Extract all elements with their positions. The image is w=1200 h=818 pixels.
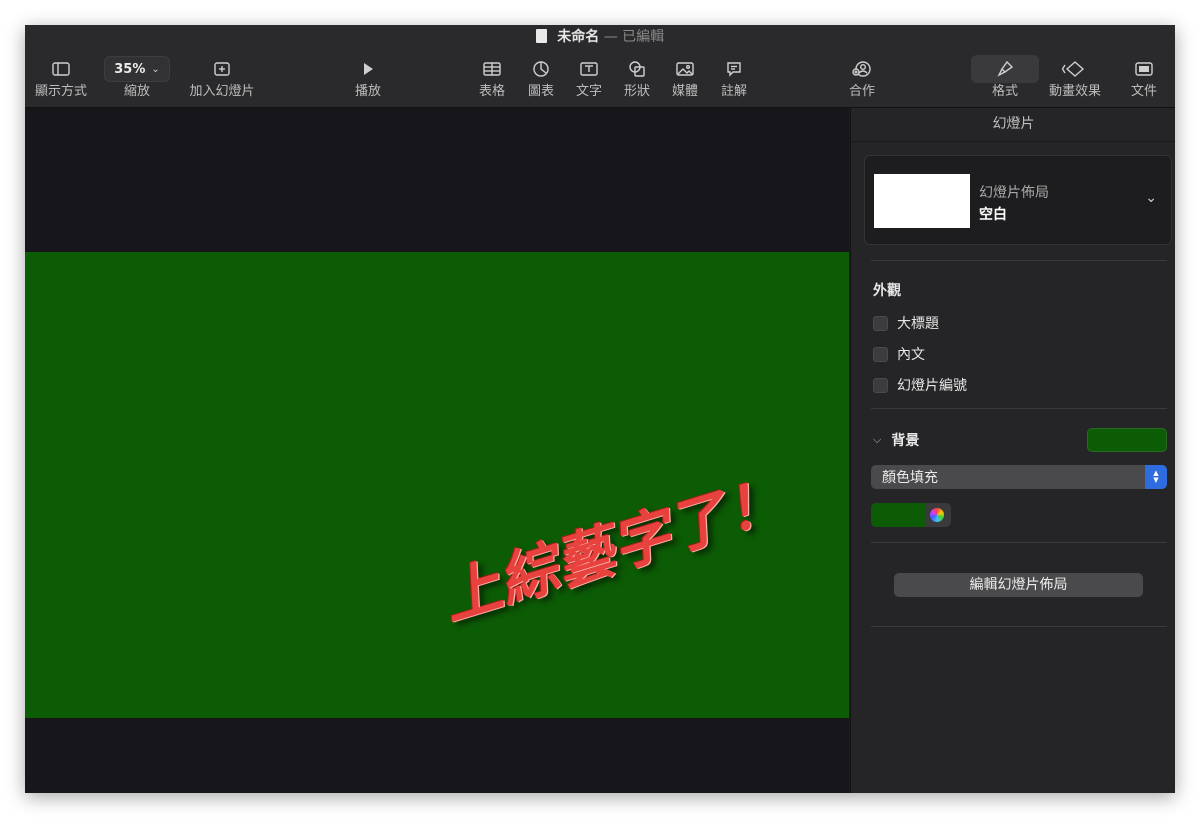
- text-button[interactable]: 文字: [572, 55, 606, 99]
- collaborate-label: 合作: [848, 84, 875, 99]
- body-checkbox-row[interactable]: 內文: [873, 344, 925, 364]
- toolbar: 未命名 — 已編輯 顯示方式 35% ⌄ 縮放 加入幻燈片 播放 表格 圖表 文…: [25, 25, 1175, 108]
- table-label: 表格: [478, 84, 505, 99]
- comment-label: 註解: [720, 84, 747, 99]
- separator: —: [603, 29, 618, 45]
- media-button[interactable]: 媒體: [668, 55, 702, 99]
- shape-button[interactable]: 形狀: [620, 55, 654, 99]
- document-inspector-icon: [1135, 62, 1153, 76]
- format-button-highlight: [971, 55, 1039, 83]
- divider: [871, 626, 1167, 627]
- chart-icon: [533, 61, 549, 77]
- edit-slide-layout-button[interactable]: 編輯幻燈片佈局: [894, 573, 1143, 597]
- fill-type-value: 顏色填充: [882, 470, 938, 486]
- chart-button[interactable]: 圖表: [524, 55, 558, 99]
- slide-number-checkbox-label: 幻燈片編號: [897, 378, 967, 394]
- fill-color-swatch[interactable]: [871, 503, 926, 527]
- slide-canvas[interactable]: 上綜藝字了！: [25, 108, 849, 793]
- play-icon: [364, 63, 373, 75]
- collaborate-button[interactable]: 合作: [845, 55, 879, 99]
- fill-color-well[interactable]: [871, 503, 951, 527]
- layout-thumbnail: [874, 174, 970, 228]
- chevron-down-icon: ⌄: [151, 63, 160, 75]
- layout-value: 空白: [979, 207, 1007, 223]
- animate-button[interactable]: 動畫效果: [1045, 55, 1105, 99]
- chart-label: 圖表: [527, 84, 554, 99]
- divider: [871, 408, 1167, 409]
- add-slide-icon: [214, 62, 230, 76]
- slide-number-checkbox-row[interactable]: 幻燈片編號: [873, 375, 967, 395]
- fill-type-select[interactable]: 顏色填充 ▲ ▼: [871, 465, 1167, 489]
- slide-inspector: 幻燈片 幻燈片佈局 空白 ⌄ 外觀 大標題 內文 幻燈片編號 ⌵ 背景 顏色填充…: [850, 108, 1175, 793]
- table-icon: [483, 62, 501, 76]
- add-slide-label: 加入幻燈片: [189, 84, 255, 99]
- title-checkbox-row[interactable]: 大標題: [873, 313, 939, 333]
- text-icon: [580, 62, 598, 76]
- play-button[interactable]: 播放: [348, 55, 388, 99]
- window-title: 未命名 — 已編輯: [25, 28, 1175, 46]
- background-title: 背景: [891, 433, 920, 449]
- text-label: 文字: [575, 84, 602, 99]
- collaborate-icon: [852, 61, 871, 77]
- title-checkbox[interactable]: [873, 315, 888, 331]
- background-color-swatch[interactable]: [1087, 428, 1167, 452]
- zoom-control[interactable]: 35% ⌄ 縮放: [104, 55, 170, 99]
- edit-status: 已編輯: [622, 29, 665, 45]
- divider: [871, 542, 1167, 543]
- slide[interactable]: 上綜藝字了！: [25, 252, 849, 718]
- zoom-dropdown[interactable]: 35% ⌄: [104, 56, 170, 82]
- document-label: 文件: [1130, 84, 1157, 99]
- slide-layout-selector[interactable]: 幻燈片佈局 空白 ⌄: [864, 155, 1172, 245]
- wordart-text[interactable]: 上綜藝字了！: [430, 452, 793, 636]
- animate-label: 動畫效果: [1048, 84, 1101, 99]
- sidebar-icon: [52, 62, 70, 76]
- add-slide-button[interactable]: 加入幻燈片: [185, 55, 259, 99]
- background-section-toggle[interactable]: ⌵ 背景: [873, 430, 919, 450]
- table-button[interactable]: 表格: [475, 55, 509, 99]
- title-checkbox-label: 大標題: [897, 316, 939, 332]
- document-icon: [535, 29, 547, 43]
- play-label: 播放: [354, 84, 381, 99]
- comment-icon: [727, 62, 741, 77]
- animate-icon: [1062, 61, 1085, 77]
- zoom-label: 縮放: [123, 84, 150, 99]
- comment-button[interactable]: 註解: [717, 55, 751, 99]
- divider: [871, 260, 1167, 261]
- format-label: 格式: [991, 84, 1018, 99]
- body-checkbox[interactable]: [873, 346, 888, 362]
- media-label: 媒體: [671, 84, 698, 99]
- zoom-value: 35%: [114, 61, 146, 77]
- color-wheel-icon[interactable]: [930, 508, 944, 522]
- document-button[interactable]: 文件: [1127, 55, 1161, 99]
- select-arrows-icon: ▲ ▼: [1145, 465, 1167, 489]
- keynote-window: 未命名 — 已編輯 顯示方式 35% ⌄ 縮放 加入幻燈片 播放 表格 圖表 文…: [25, 25, 1175, 793]
- document-name: 未命名: [557, 29, 600, 45]
- view-label: 顯示方式: [34, 84, 87, 99]
- shape-icon: [629, 61, 645, 77]
- shape-label: 形狀: [623, 84, 650, 99]
- format-button[interactable]: 格式: [971, 55, 1039, 99]
- appearance-title: 外觀: [873, 283, 901, 299]
- chevron-down-icon: ⌄: [1145, 190, 1157, 206]
- media-icon: [676, 62, 694, 76]
- body-checkbox-label: 內文: [897, 347, 925, 363]
- slide-number-checkbox[interactable]: [873, 377, 888, 393]
- inspector-tab-slide[interactable]: 幻燈片: [851, 108, 1175, 142]
- layout-label: 幻燈片佈局: [979, 185, 1049, 201]
- view-button[interactable]: 顯示方式: [31, 55, 91, 99]
- paintbrush-icon: [997, 60, 1014, 77]
- chevron-down-icon: ⌵: [873, 433, 882, 446]
